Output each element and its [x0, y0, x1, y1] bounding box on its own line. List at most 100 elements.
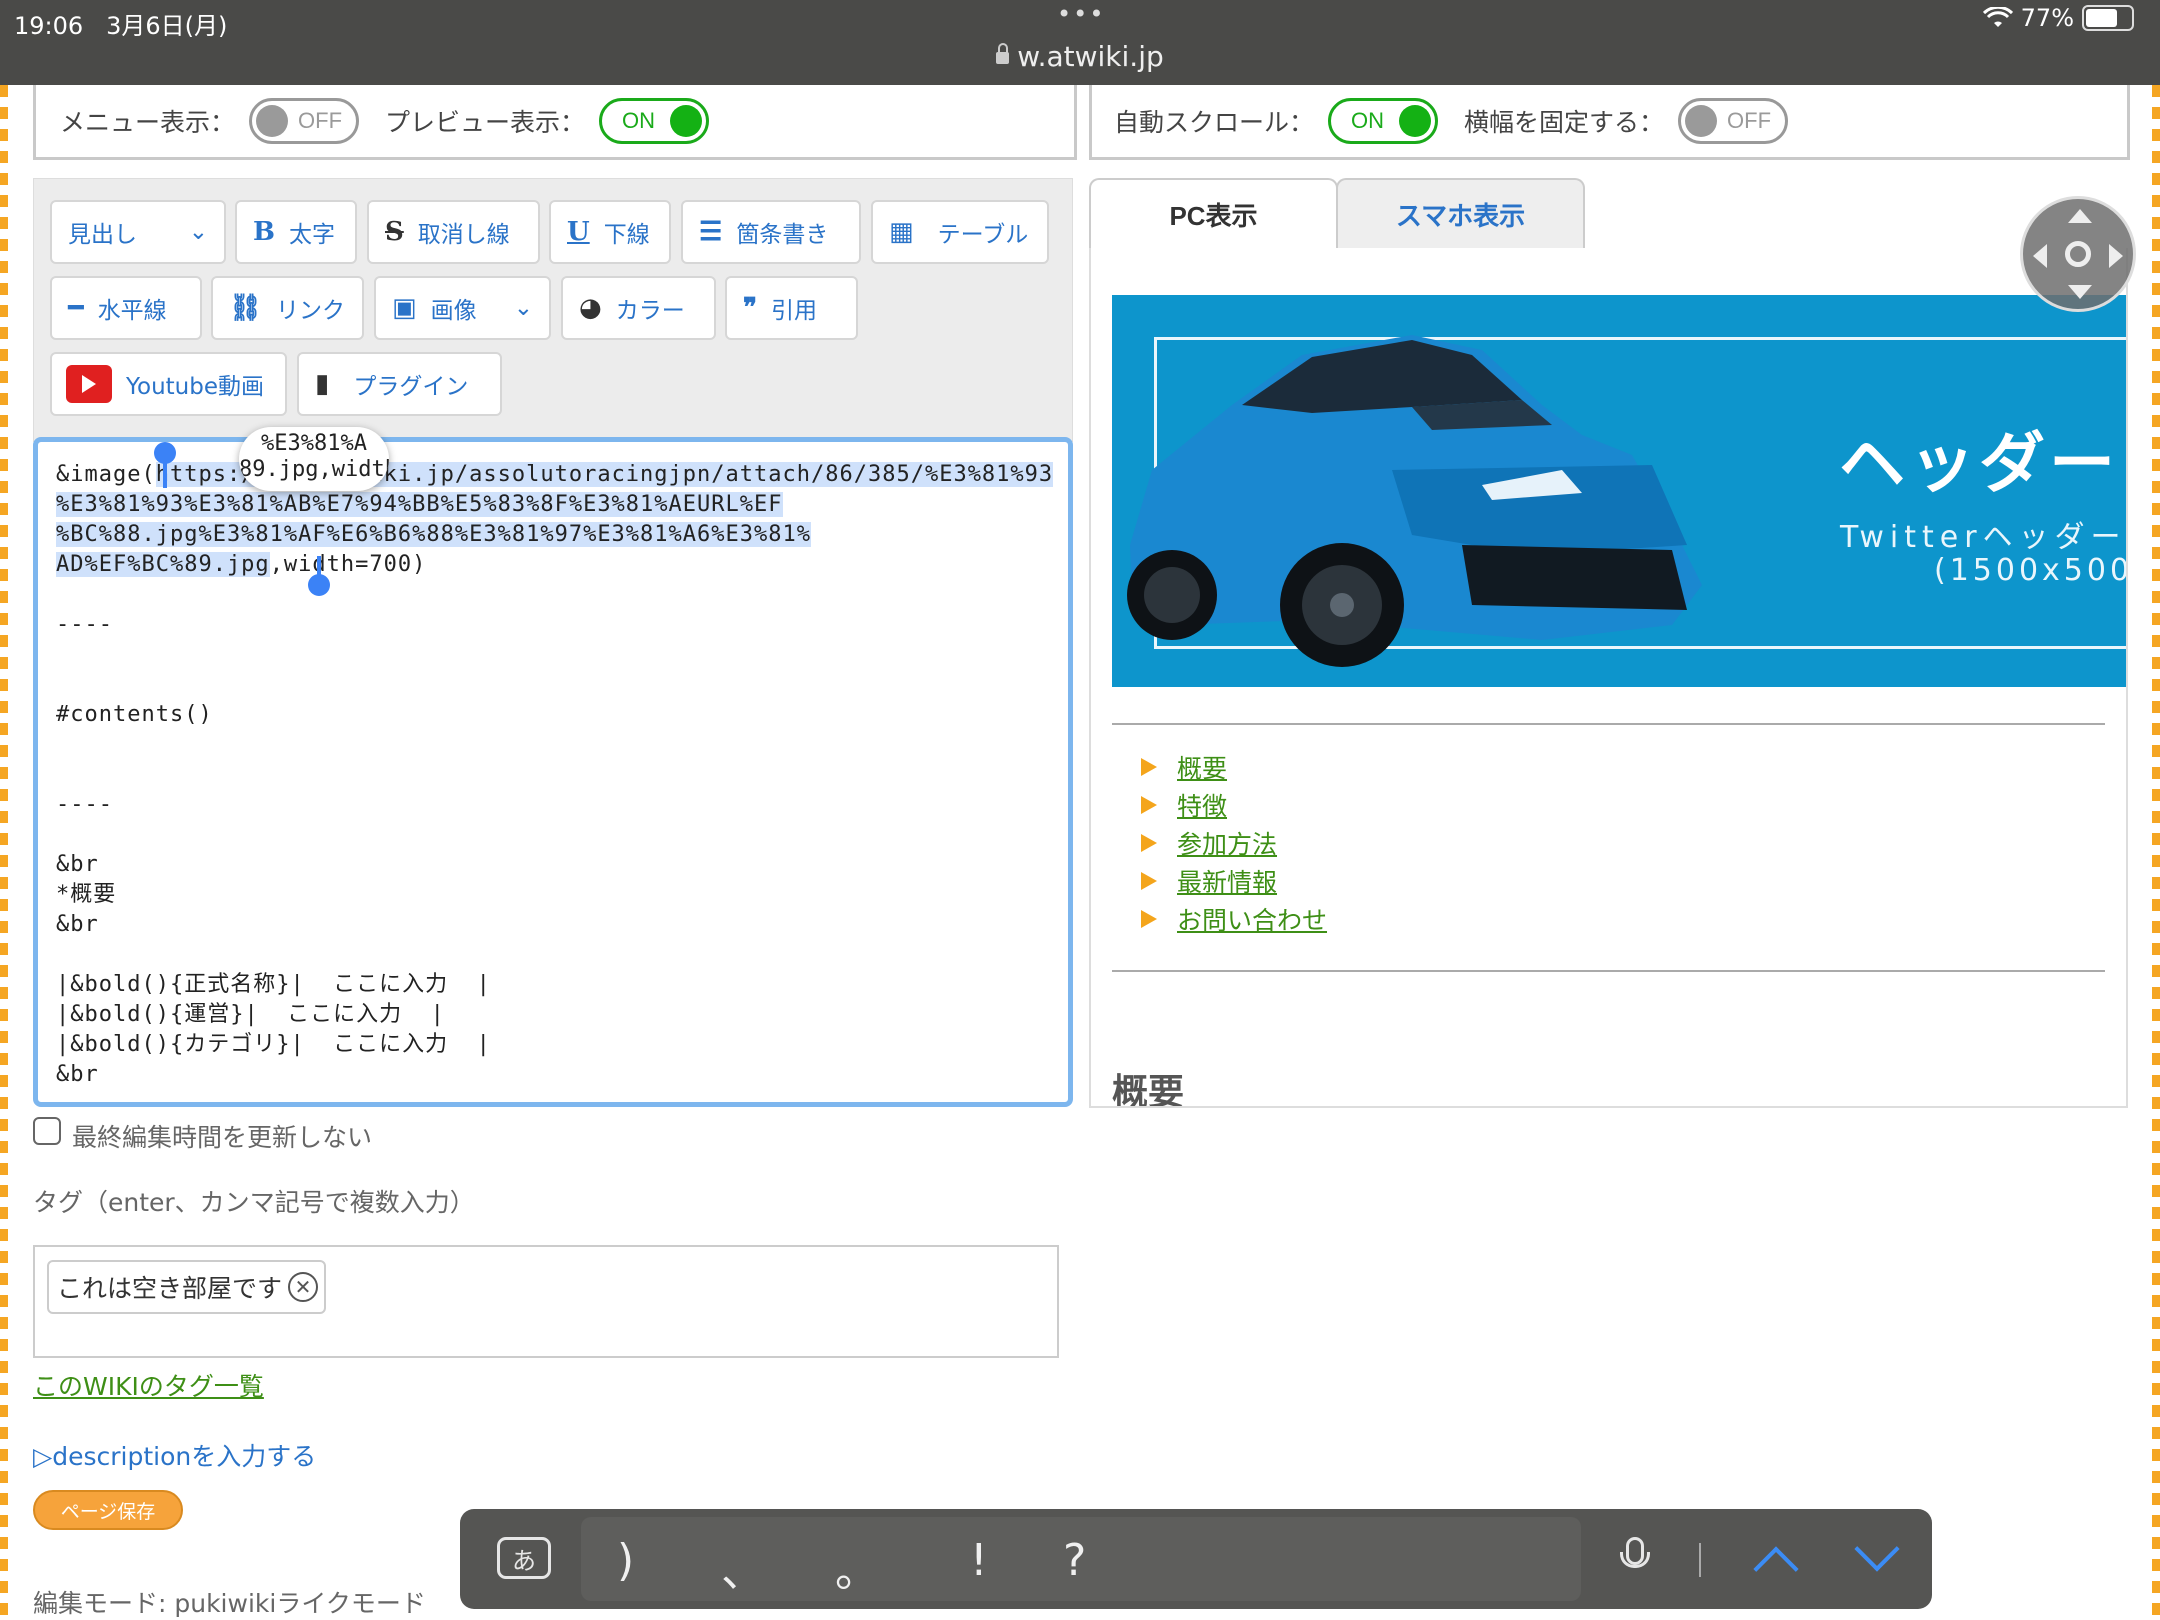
- page-border-left: [0, 85, 8, 1620]
- address-bar[interactable]: w.atwiki.jp: [0, 40, 2160, 73]
- status-indicators: 77%: [1982, 4, 2134, 32]
- battery-icon: [2082, 5, 2134, 31]
- chevron-down-icon: ⌄: [513, 295, 533, 321]
- selection-start-handle[interactable]: [154, 442, 176, 488]
- triangle-bullet-icon: [1141, 872, 1157, 890]
- table-of-contents: 概要 特徴 参加方法 最新情報 お問い合わせ: [1141, 748, 1327, 938]
- text-magnifier-loupe: %E3%81%A 89.jpg,width: [239, 427, 389, 491]
- heading-dropdown[interactable]: 見出し ⌄: [50, 200, 226, 264]
- candidate-key[interactable]: ): [617, 1535, 634, 1586]
- candidate-key[interactable]: 。: [835, 1535, 879, 1599]
- strikethrough-icon: S: [385, 217, 404, 247]
- remove-tag-icon[interactable]: ✕: [288, 1272, 319, 1302]
- chevron-up-icon[interactable]: [1753, 1546, 1799, 1592]
- bold-icon: B: [253, 217, 275, 247]
- link-button[interactable]: ⛓ リンク: [211, 276, 364, 340]
- preview-toggle[interactable]: ON: [599, 98, 710, 144]
- quote-button[interactable]: ❞ 引用: [725, 276, 858, 340]
- link-icon: ⛓: [229, 293, 263, 323]
- palette-icon: ◕: [579, 293, 602, 323]
- candidate-key[interactable]: ?: [1063, 1535, 1086, 1586]
- microphone-icon[interactable]: [1620, 1537, 1650, 1568]
- triangle-bullet-icon: [1141, 796, 1157, 814]
- toc-link[interactable]: 最新情報: [1177, 863, 1277, 899]
- scroll-joystick[interactable]: [2020, 196, 2136, 312]
- input-mode-key[interactable]: あ: [497, 1537, 551, 1579]
- toc-item: 概要: [1141, 748, 1327, 786]
- lock-icon: [996, 43, 1010, 64]
- bullet-list-button[interactable]: ☰ 箇条書き: [681, 200, 861, 264]
- triangle-bullet-icon: [1141, 758, 1157, 776]
- color-button[interactable]: ◕ カラー: [561, 276, 716, 340]
- editor-text: &image(https://img.atwiki.jp/assolutorac…: [56, 462, 1054, 1087]
- banner-size-text: (1500x500: [1934, 553, 2126, 588]
- candidate-key[interactable]: 、: [721, 1535, 765, 1599]
- preview-tabs: PC表示 スマホ表示: [1089, 178, 2124, 250]
- preview-pane: ヘッダー Twitterヘッダー (1500x500 概要 特徴 参加方法 最新情報お…: [1089, 248, 2128, 1108]
- divider: [1112, 970, 2105, 972]
- toc-link[interactable]: 概要: [1177, 749, 1227, 785]
- arrow-left-icon: [2033, 244, 2047, 268]
- tag-input[interactable]: これは空き部屋です ✕: [33, 1245, 1059, 1358]
- no-update-time-checkbox[interactable]: [33, 1117, 61, 1145]
- chevron-down-icon[interactable]: [1854, 1526, 1900, 1572]
- menu-toggle[interactable]: OFF: [249, 98, 360, 144]
- joystick-center-icon: [2065, 241, 2091, 267]
- image-dropdown[interactable]: ▣ 画像 ⌄: [374, 276, 551, 340]
- toc-link[interactable]: 特徴: [1177, 787, 1227, 823]
- keyboard-shortcut-bar: あ ) 、 。 ! ?: [460, 1509, 1932, 1609]
- banner-title: ヘッダー: [1839, 425, 2119, 502]
- tag-chip: これは空き部屋です ✕: [47, 1260, 327, 1314]
- chevron-down-icon: ⌄: [188, 219, 208, 245]
- tag-chip-label: これは空き部屋です: [57, 1274, 283, 1303]
- quote-icon: ❞: [743, 293, 757, 323]
- car-image: [1127, 335, 1702, 667]
- edit-mode-text: 編集モード: pukiwikiライクモード: [33, 1589, 426, 1618]
- strike-button[interactable]: S 取消し線: [367, 200, 540, 264]
- autoscroll-toggle[interactable]: ON: [1328, 98, 1439, 144]
- options-panel-left: メニュー表示： OFF プレビュー表示： ON: [33, 85, 1077, 160]
- divider: [1699, 1543, 1701, 1577]
- tag-list-link[interactable]: このWIKIのタグ一覧: [33, 1367, 264, 1403]
- save-page-button[interactable]: ページ保存: [33, 1490, 183, 1530]
- wiki-source-editor[interactable]: &image(https://img.atwiki.jp/assolutorac…: [33, 437, 1073, 1107]
- arrow-down-icon: [2068, 285, 2092, 299]
- fixwidth-toggle[interactable]: OFF: [1678, 98, 1789, 144]
- toc-item: お問い合わせ: [1141, 900, 1327, 938]
- underline-button[interactable]: U 下線: [549, 200, 671, 264]
- toc-item: 最新情報: [1141, 862, 1327, 900]
- description-toggle-link[interactable]: ▷descriptionを入力する: [33, 1437, 316, 1473]
- autoscroll-toggle-label: 自動スクロール：: [1114, 108, 1315, 137]
- multitasking-dots[interactable]: •••: [1057, 0, 1105, 28]
- tab-pc-view[interactable]: PC表示: [1089, 178, 1338, 248]
- tab-smartphone-view[interactable]: スマホ表示: [1336, 178, 1585, 248]
- battery-percent: 77%: [2020, 4, 2074, 32]
- triangle-bullet-icon: [1141, 834, 1157, 852]
- minus-icon: ━: [68, 293, 84, 323]
- no-update-time-label: 最終編集時間を更新しない: [72, 1123, 373, 1152]
- plugin-button[interactable]: ▮ プラグイン: [297, 352, 502, 416]
- youtube-icon: [66, 365, 112, 403]
- status-time: 19:06 3月6日(月): [14, 12, 228, 40]
- options-panel-right: 自動スクロール： ON 横幅を固定する： OFF: [1089, 85, 2130, 160]
- underline-icon: U: [567, 217, 590, 247]
- plug-icon: ▮: [315, 369, 330, 399]
- triangle-bullet-icon: [1141, 910, 1157, 928]
- candidate-bar: ) 、 。 ! ?: [581, 1517, 1581, 1601]
- youtube-button[interactable]: Youtube動画: [50, 352, 287, 416]
- toc-link[interactable]: 参加方法: [1177, 825, 1277, 861]
- arrow-right-icon: [2109, 244, 2123, 268]
- toc-link[interactable]: お問い合わせ: [1177, 901, 1327, 937]
- table-icon: ▦: [889, 217, 914, 247]
- section-heading: 概要: [1112, 1072, 1185, 1108]
- arrow-up-icon: [2068, 209, 2092, 223]
- bold-button[interactable]: B 太字: [235, 200, 357, 264]
- candidate-key[interactable]: !: [970, 1535, 988, 1586]
- selection-end-handle[interactable]: [308, 556, 330, 596]
- menu-toggle-label: メニュー表示：: [60, 108, 236, 137]
- horizontal-rule-button[interactable]: ━ 水平線: [50, 276, 202, 340]
- table-button[interactable]: ▦ テーブル: [871, 200, 1049, 264]
- divider: [1112, 723, 2105, 725]
- wifi-icon: [1982, 7, 2013, 27]
- page-border-right: [2152, 85, 2160, 1620]
